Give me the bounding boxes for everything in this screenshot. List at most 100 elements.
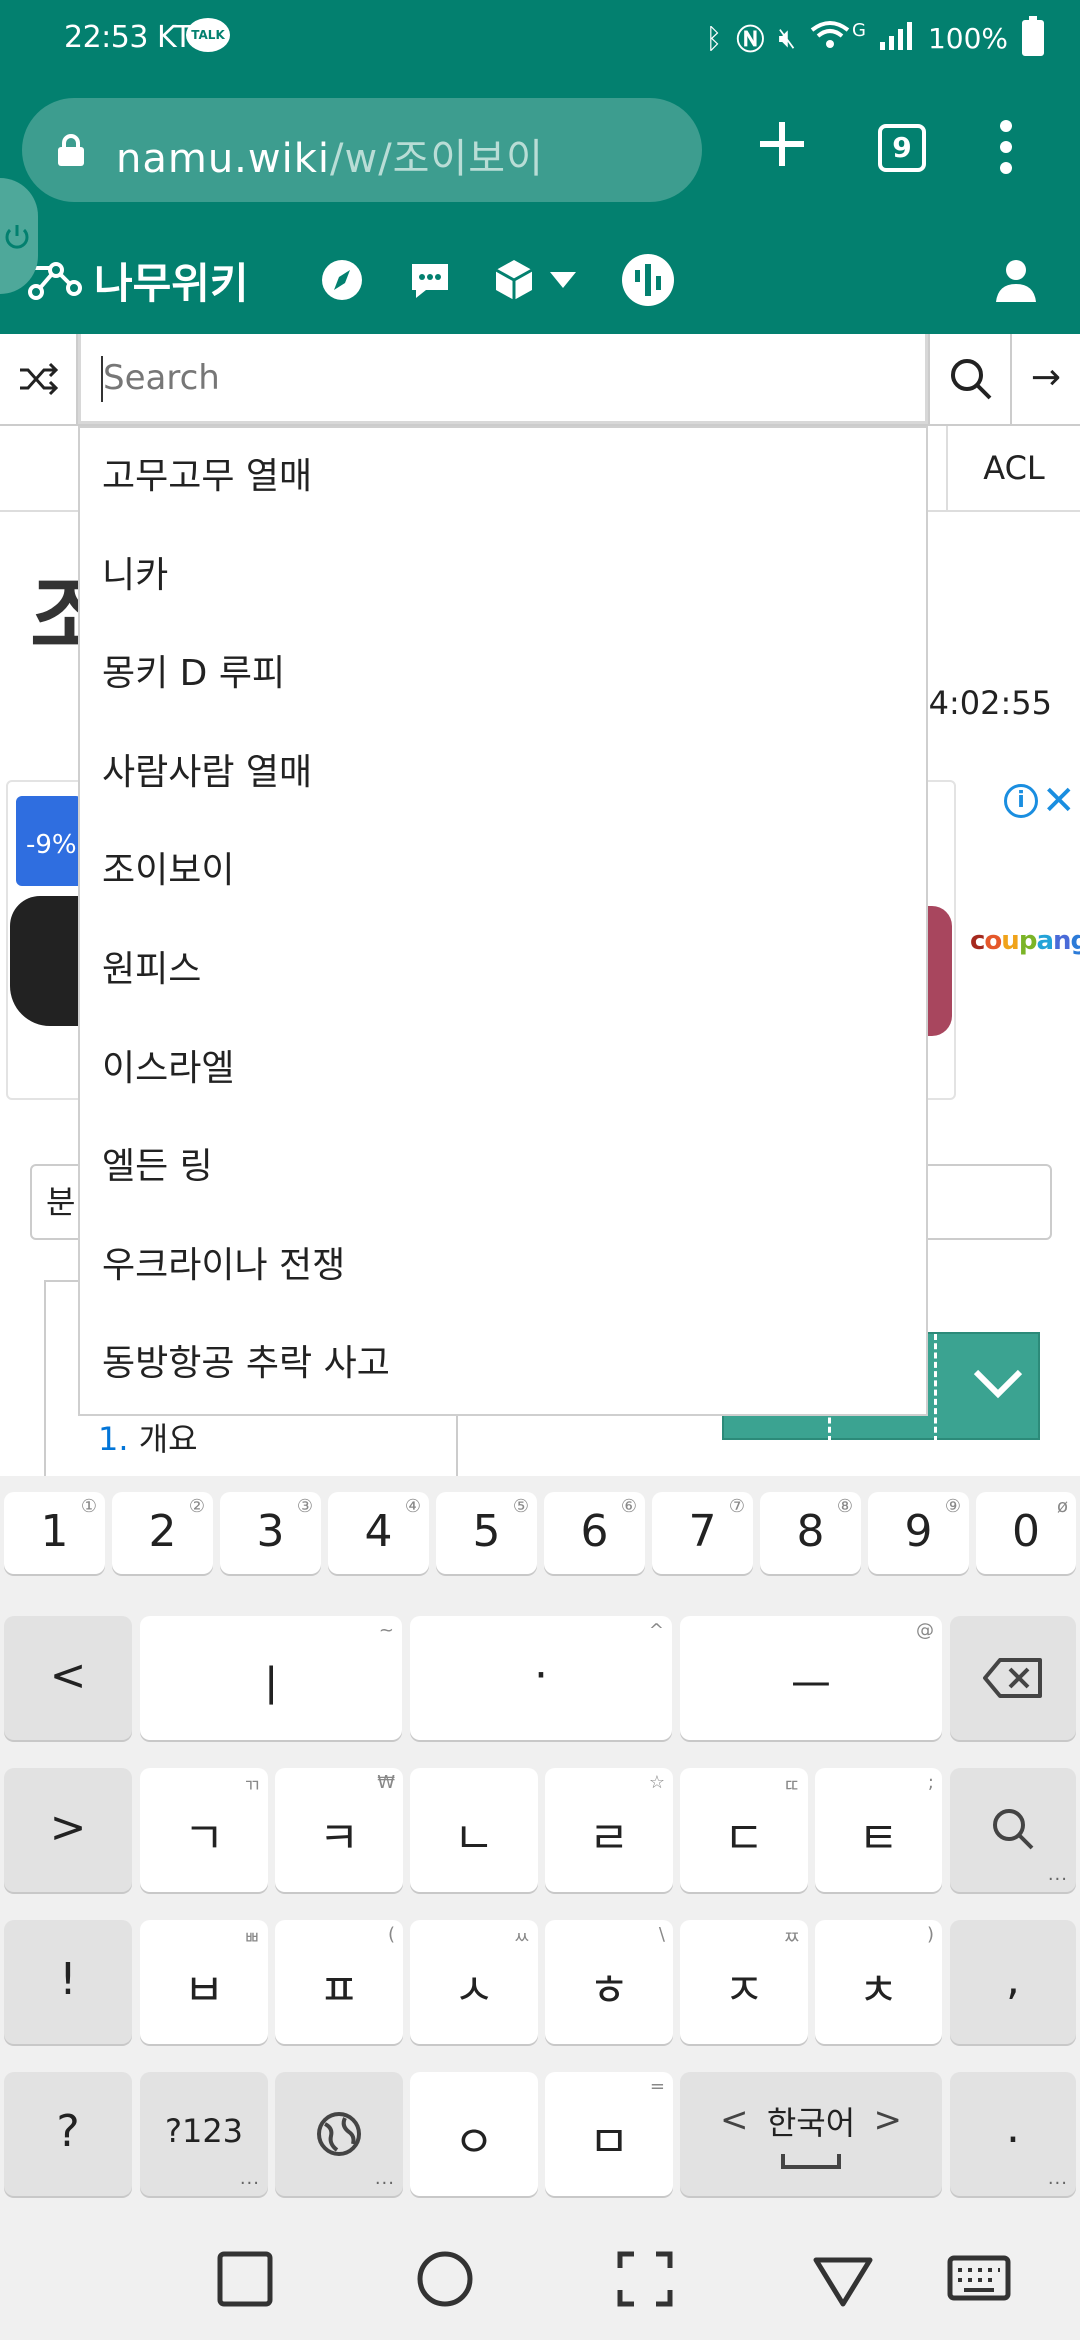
suggestion-item[interactable]: 동방항공 추락 사고 [80, 1315, 926, 1414]
user-icon[interactable] [992, 256, 1040, 304]
key-2[interactable]: 2② [112, 1492, 213, 1574]
key-9[interactable]: 9⑨ [868, 1492, 969, 1574]
key-ieung[interactable]: ㅇ [410, 2072, 538, 2196]
symbols-key[interactable]: ?123 ··· [140, 2072, 268, 2196]
logo-text: 나무위키 [94, 258, 249, 308]
kakaotalk-notification-icon: TALK [186, 18, 230, 52]
suggestion-item[interactable]: 조이보이 [80, 822, 926, 921]
key-pieup[interactable]: ㅍ( [275, 1920, 403, 2044]
search-icon [951, 359, 992, 400]
search-suggestions: 고무고무 열매 니카 몽키 D 루피 사람사람 열매 조이보이 원피스 이스라엘… [78, 426, 928, 1416]
wiki-navbar: 나무위키 [0, 228, 1080, 334]
key-chieut[interactable]: ㅊ) [815, 1920, 942, 2044]
key-0[interactable]: 0ø [976, 1492, 1076, 1574]
ad-close-icon[interactable]: ✕ [1042, 778, 1076, 824]
key-5[interactable]: 5⑤ [436, 1492, 537, 1574]
wifi-icon [810, 20, 850, 57]
address-bar[interactable]: namu.wiki/w/조이보이 [22, 98, 702, 202]
key-vowel-eu[interactable]: ㅡ @ [680, 1616, 942, 1740]
suggestion-item[interactable]: 니카 [80, 527, 926, 626]
key-bieup[interactable]: ㅂㅃ [140, 1920, 268, 2044]
backspace-key[interactable] [950, 1616, 1076, 1740]
key-hieut[interactable]: ㅎ \ [545, 1920, 673, 2044]
key-4[interactable]: 4④ [328, 1492, 429, 1574]
key-period[interactable]: . ··· [950, 2072, 1076, 2196]
text-cursor [101, 356, 103, 402]
home-icon[interactable] [410, 2244, 480, 2314]
key-giyeok[interactable]: ㄱㄲ [140, 1768, 268, 1892]
tab-switcher-button[interactable]: 9 [878, 124, 926, 172]
key-8[interactable]: 8⑧ [760, 1492, 861, 1574]
suggestion-item[interactable]: 이스라엘 [80, 1020, 926, 1119]
recent-apps-icon[interactable] [210, 2244, 280, 2314]
space-bar-language[interactable]: < 한국어 > [680, 2072, 942, 2196]
acl-button[interactable]: ACL [946, 426, 1080, 510]
dropdown-caret-icon[interactable] [548, 268, 578, 292]
suggestion-item[interactable]: 사람사람 열매 [80, 724, 926, 823]
soft-keyboard: 1① 2② 3③ 4④ 5⑤ 6⑥ 7⑦ 8⑧ 9⑨ 0ø < ㅣ ~ · ^ ㅡ @… [0, 1476, 1080, 2216]
key-exclamation[interactable]: ! [4, 1920, 132, 2044]
key-vowel-i[interactable]: ㅣ ~ [140, 1616, 402, 1740]
search-button[interactable] [928, 334, 1010, 424]
suggestion-item[interactable]: 고무고무 열매 [80, 428, 926, 527]
chevron-down-icon[interactable] [972, 1364, 1024, 1404]
key-kieuk[interactable]: ㅋ ₩ [275, 1768, 403, 1892]
search-icon [993, 1809, 1034, 1850]
battery-icon [1022, 16, 1044, 56]
key-6[interactable]: 6⑥ [544, 1492, 645, 1574]
chat-icon[interactable] [406, 256, 454, 304]
ad-info-icon[interactable]: i [1004, 784, 1038, 818]
suggestion-item[interactable]: 엘든 링 [80, 1118, 926, 1217]
key-siot[interactable]: ㅅㅆ [410, 1920, 538, 2044]
site-logo[interactable]: 나무위키 [28, 250, 249, 310]
key-digeut[interactable]: ㄷㄸ [680, 1768, 808, 1892]
key-rieul[interactable]: ㄹ ☆ [545, 1768, 673, 1892]
key-nieun[interactable]: ㄴ [410, 1768, 538, 1892]
search-input[interactable] [78, 334, 928, 424]
status-bar: 22:53 KT TALK ᛒ Ⓝ 🔇︎ G 100% [0, 0, 1080, 80]
key-7[interactable]: 7⑦ [652, 1492, 753, 1574]
status-icons: ᛒ Ⓝ 🔇︎ G 100% [706, 14, 1044, 62]
key-dot[interactable]: · ^ [410, 1616, 672, 1740]
go-arrow-button[interactable]: → [1010, 334, 1080, 424]
screenshot-icon[interactable] [610, 2244, 680, 2314]
coupang-logo: coupang [970, 926, 1080, 956]
keyboard-search-key[interactable]: ··· [950, 1768, 1076, 1892]
key-3[interactable]: 3③ [220, 1492, 321, 1574]
key-comma[interactable]: , [950, 1920, 1076, 2044]
network-type-label: G [851, 19, 866, 41]
status-time: 22:53 KT [64, 20, 192, 55]
cube-icon[interactable] [490, 256, 538, 304]
last-edit-time: 4:02:55 [928, 684, 1052, 722]
key-jieut[interactable]: ㅈㅉ [680, 1920, 808, 2044]
key-mieum[interactable]: ㅁ = [545, 2072, 673, 2196]
suggestion-item[interactable]: 원피스 [80, 921, 926, 1020]
new-tab-plus-icon[interactable] [758, 120, 806, 168]
power-icon [5, 225, 29, 249]
keyboard-switch-icon[interactable] [944, 2244, 1014, 2314]
nfc-icon: Ⓝ [736, 23, 765, 56]
suggestion-item[interactable]: 몽키 D 루피 [80, 625, 926, 724]
system-nav-bar [0, 2216, 1080, 2340]
key-question[interactable]: ? [4, 2072, 132, 2196]
url-text: namu.wiki/w/조이보이 [116, 136, 544, 182]
mute-icon: 🔇︎ [778, 21, 796, 54]
key-1[interactable]: 1① [4, 1492, 105, 1574]
compass-icon[interactable] [318, 256, 366, 304]
suggestion-item[interactable]: 우크라이나 전쟁 [80, 1217, 926, 1316]
battery-percent: 100% [927, 21, 1008, 55]
bluetooth-icon: ᛒ [705, 21, 723, 55]
cursor-right-key[interactable]: > [4, 1768, 132, 1892]
back-down-icon[interactable] [808, 2244, 878, 2314]
shuffle-icon [20, 362, 59, 396]
overflow-menu-icon[interactable] [996, 120, 1016, 176]
cursor-left-key[interactable]: < [4, 1616, 132, 1740]
more-indicator: ··· [1047, 1869, 1068, 1890]
more-indicator: ··· [374, 2173, 395, 2194]
thetree-icon[interactable] [620, 252, 676, 308]
random-page-button[interactable] [0, 334, 78, 424]
key-tieut[interactable]: ㅌ; [815, 1768, 942, 1892]
language-globe-key[interactable]: ··· [275, 2072, 403, 2196]
more-indicator: ··· [239, 2173, 260, 2194]
toc-item[interactable]: 1. 개요 [98, 1414, 198, 1460]
